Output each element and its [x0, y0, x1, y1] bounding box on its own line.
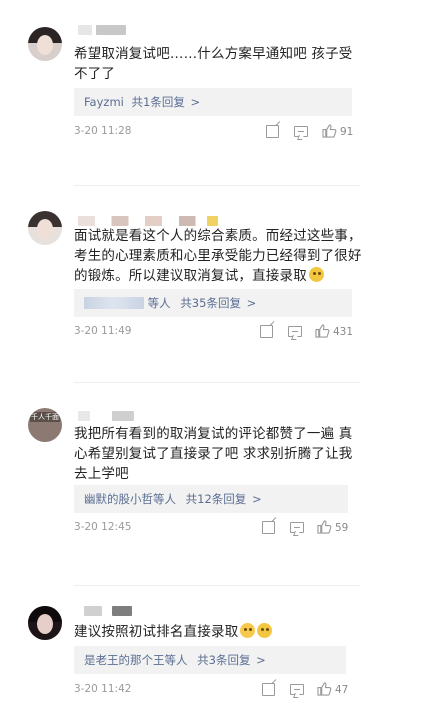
like-count: 47	[335, 684, 349, 696]
chevron-right-icon: >	[256, 653, 266, 667]
share-icon[interactable]	[262, 683, 275, 696]
comment-icon[interactable]	[290, 684, 304, 695]
username-masked[interactable]	[84, 606, 102, 616]
username-masked	[112, 606, 132, 616]
like-icon[interactable]	[317, 682, 332, 696]
avatar[interactable]	[28, 606, 62, 640]
emoji-icon	[257, 623, 273, 638]
comment-item: 建议按照初试排名直接录取 是老王的那个王等人 共3条回复 > 3-20 11:4…	[0, 0, 425, 715]
replies-link[interactable]: 是老王的那个王等人 共3条回复 >	[74, 646, 346, 674]
reply-count: 共3条回复	[197, 653, 251, 667]
comment-text: 建议按照初试排名直接录取	[74, 622, 366, 642]
reply-user: 是老王的那个王等人	[84, 653, 188, 667]
emoji-icon	[240, 623, 256, 638]
comment-time: 3-20 11:42	[74, 683, 132, 695]
